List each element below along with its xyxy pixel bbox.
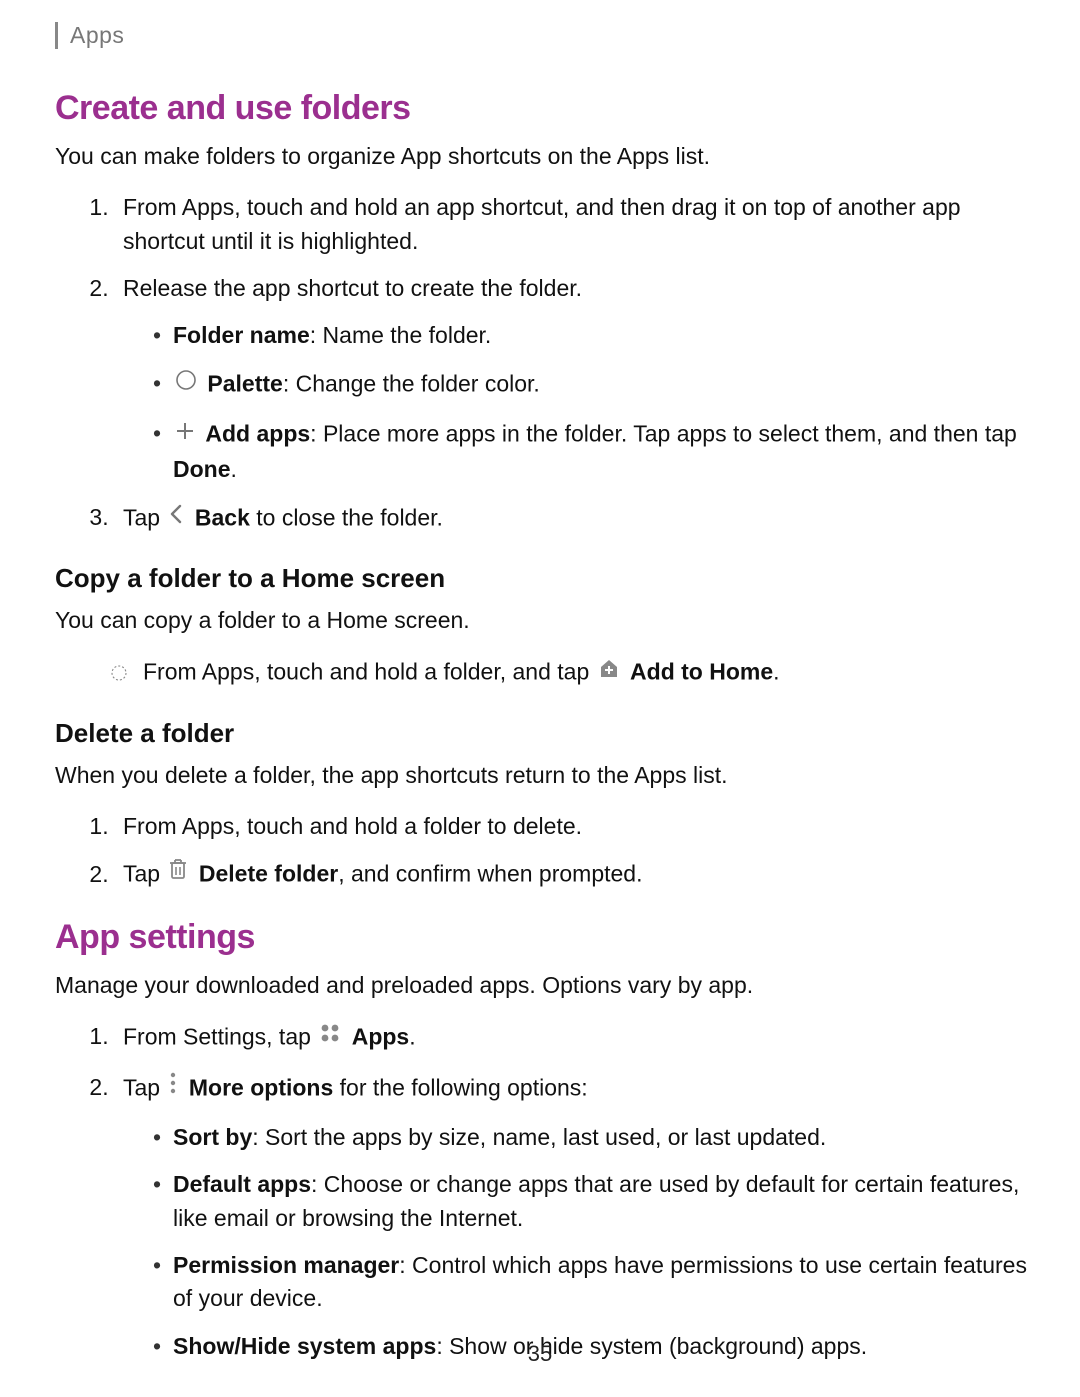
list-item: Tap Delete folder, and confirm when prom… xyxy=(115,857,1032,893)
label-palette: Palette xyxy=(207,370,282,396)
paragraph: You can make folders to organize App sho… xyxy=(55,140,1032,173)
label-done: Done xyxy=(173,456,231,482)
step-text: From Apps, touch and hold an app shortcu… xyxy=(123,194,961,253)
apps-grid-icon xyxy=(319,1020,341,1053)
back-icon xyxy=(168,501,184,534)
text: . xyxy=(773,659,779,685)
sub-bullets-app-settings: Sort by: Sort the apps by size, name, la… xyxy=(123,1121,1032,1363)
plus-icon xyxy=(175,417,195,450)
list-item: Default apps: Choose or change apps that… xyxy=(153,1168,1032,1235)
document-page: Apps Create and use folders You can make… xyxy=(0,0,1080,1397)
heading-copy-folder: Copy a folder to a Home screen xyxy=(55,563,1032,594)
text: to close the folder. xyxy=(250,504,443,530)
label-permission-manager: Permission manager xyxy=(173,1252,399,1278)
paragraph: When you delete a folder, the app shortc… xyxy=(55,759,1032,792)
label-add-to-home: Add to Home xyxy=(630,659,773,685)
label-folder-name: Folder name xyxy=(173,322,310,348)
paragraph: You can copy a folder to a Home screen. xyxy=(55,604,1032,637)
breadcrumb-container: Apps xyxy=(55,0,1032,49)
trash-icon xyxy=(168,857,188,890)
list-item: Sort by: Sort the apps by size, name, la… xyxy=(153,1121,1032,1154)
ordered-steps-delete: From Apps, touch and hold a folder to de… xyxy=(55,810,1032,894)
breadcrumb: Apps xyxy=(55,22,124,49)
text: , and confirm when prompted. xyxy=(338,861,642,887)
label-apps: Apps xyxy=(352,1023,410,1049)
list-item: Permission manager: Control which apps h… xyxy=(153,1249,1032,1316)
text: Tap xyxy=(123,861,166,887)
more-options-icon xyxy=(168,1071,178,1104)
text: . xyxy=(409,1023,415,1049)
heading-delete-folder: Delete a folder xyxy=(55,718,1032,749)
sub-bullets: Folder name: Name the folder. Palette: C… xyxy=(123,319,1032,486)
text: : Name the folder. xyxy=(310,322,492,348)
step-text: Release the app shortcut to create the f… xyxy=(123,275,582,301)
list-item: From Apps, touch and hold an app shortcu… xyxy=(115,191,1032,258)
step-text: From Apps, touch and hold a folder to de… xyxy=(123,813,582,839)
label-add-apps: Add apps xyxy=(205,420,310,446)
ordered-steps: From Apps, touch and hold an app shortcu… xyxy=(55,191,1032,537)
text: Tap xyxy=(123,504,166,530)
list-item: Palette: Change the folder color. xyxy=(153,367,1032,403)
list-item: From Apps, touch and hold a folder, and … xyxy=(115,655,1032,691)
label-sort-by: Sort by xyxy=(173,1124,252,1150)
palette-icon xyxy=(175,367,197,400)
text: Tap xyxy=(123,1074,166,1100)
text: . xyxy=(231,456,237,482)
label-delete-folder: Delete folder xyxy=(199,861,338,887)
page-number: 35 xyxy=(0,1341,1080,1367)
list-item: Tap Back to close the folder. xyxy=(115,501,1032,537)
list-item: Add apps: Place more apps in the folder.… xyxy=(153,417,1032,487)
list-item: Folder name: Name the folder. xyxy=(153,319,1032,352)
ordered-steps-app-settings: From Settings, tap Apps. Tap More option… xyxy=(55,1020,1032,1363)
text: : Sort the apps by size, name, last used… xyxy=(252,1124,826,1150)
label-default-apps: Default apps xyxy=(173,1171,311,1197)
text: : Place more apps in the folder. Tap app… xyxy=(310,420,1017,446)
heading-app-settings: App settings xyxy=(55,918,1032,957)
text: From Apps, touch and hold a folder, and … xyxy=(143,659,596,685)
text: From Settings, tap xyxy=(123,1023,317,1049)
heading-create-folders: Create and use folders xyxy=(55,89,1032,128)
ring-bullet-list: From Apps, touch and hold a folder, and … xyxy=(55,655,1032,691)
ring-bullet-icon xyxy=(109,659,129,692)
paragraph: Manage your downloaded and preloaded app… xyxy=(55,969,1032,1002)
list-item: From Settings, tap Apps. xyxy=(115,1020,1032,1056)
list-item: From Apps, touch and hold a folder to de… xyxy=(115,810,1032,843)
text: : Change the folder color. xyxy=(283,370,540,396)
text: for the following options: xyxy=(333,1074,587,1100)
list-item: Release the app shortcut to create the f… xyxy=(115,272,1032,487)
label-more-options: More options xyxy=(189,1074,333,1100)
label-back: Back xyxy=(195,504,250,530)
add-to-home-icon xyxy=(598,655,620,688)
list-item: Tap More options for the following optio… xyxy=(115,1071,1032,1363)
